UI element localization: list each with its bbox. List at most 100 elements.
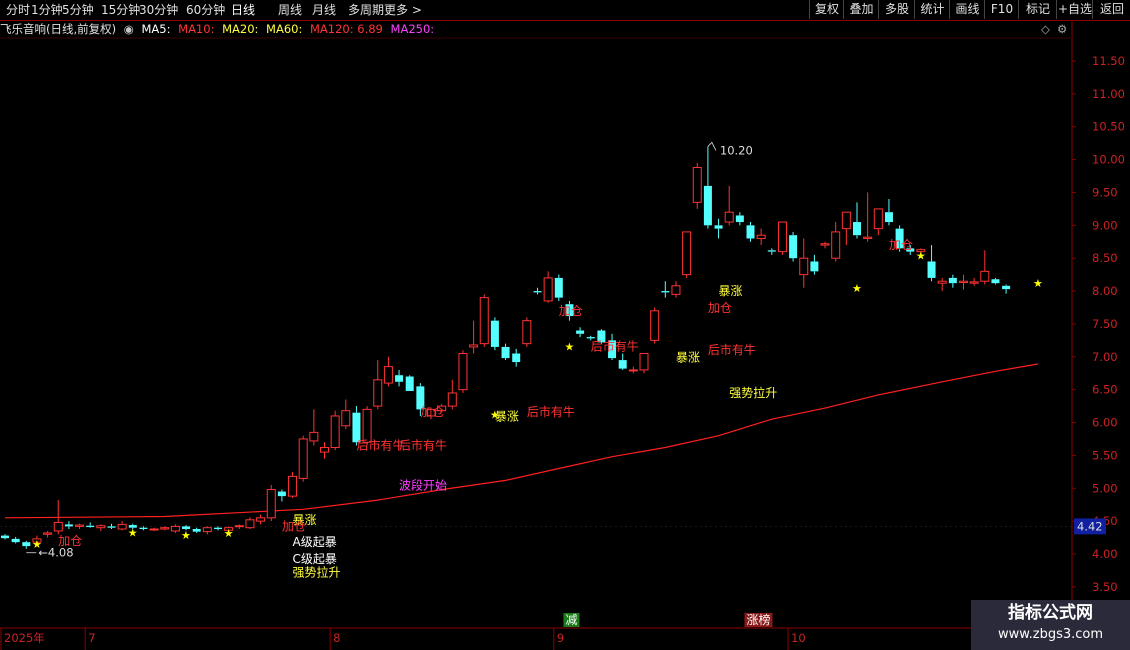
candle[interactable] (576, 327, 585, 338)
candle[interactable] (746, 222, 755, 242)
candle[interactable] (937, 277, 947, 292)
candle[interactable] (479, 294, 489, 347)
candle[interactable] (810, 254, 819, 275)
candle[interactable] (948, 274, 957, 288)
period-10[interactable]: 更多 > (384, 2, 422, 18)
candle[interactable] (863, 192, 873, 242)
candle[interactable] (245, 517, 255, 530)
candle[interactable] (64, 521, 73, 530)
period-1[interactable]: 1分钟 (31, 2, 63, 18)
diamond-icon[interactable]: ◇ (1041, 20, 1050, 38)
candle[interactable] (288, 471, 298, 499)
candle[interactable] (831, 222, 841, 262)
period-3[interactable]: 15分钟 (101, 2, 140, 18)
candle[interactable] (799, 238, 809, 288)
candle[interactable] (22, 540, 31, 549)
period-9[interactable]: 多周期 (348, 2, 384, 18)
candle[interactable] (96, 524, 106, 531)
candle[interactable] (298, 435, 308, 482)
candle[interactable] (192, 527, 201, 533)
candle[interactable] (991, 277, 1000, 285)
settings-icon[interactable]: ◉ (124, 22, 134, 36)
candle[interactable] (86, 522, 95, 528)
candle[interactable] (160, 526, 170, 531)
candle[interactable] (714, 218, 723, 239)
candle[interactable] (735, 212, 744, 226)
candle[interactable] (618, 353, 627, 370)
candle[interactable] (170, 524, 180, 533)
period-0[interactable]: 分时 (6, 2, 30, 18)
toolbar-button-7[interactable]: +自选 (1056, 0, 1093, 19)
candle[interactable] (256, 514, 266, 525)
candle[interactable] (1002, 284, 1011, 294)
toolbar-button-6[interactable]: 标记 (1018, 0, 1057, 19)
candle[interactable] (458, 350, 468, 393)
candle[interactable] (661, 281, 670, 298)
candle[interactable] (767, 248, 776, 255)
candle[interactable] (682, 231, 692, 278)
candle[interactable] (777, 221, 787, 255)
candle[interactable] (234, 524, 244, 530)
period-4[interactable]: 30分钟 (139, 2, 178, 18)
candle[interactable] (650, 307, 660, 344)
toolbar-button-3[interactable]: 统计 (914, 0, 950, 19)
period-6[interactable]: 日线 (231, 2, 255, 18)
candle[interactable] (756, 228, 766, 246)
period-2[interactable]: 5分钟 (62, 2, 94, 18)
toolbar-button-5[interactable]: F10 (984, 0, 1019, 19)
toolbar-button-4[interactable]: 画线 (949, 0, 985, 19)
candle[interactable] (341, 399, 351, 430)
gear-icon[interactable]: ⚙ (1057, 20, 1067, 38)
candle[interactable] (149, 527, 159, 531)
candle[interactable] (266, 484, 276, 522)
candle[interactable] (628, 366, 638, 374)
period-7[interactable]: 周线 (278, 2, 302, 18)
candle[interactable] (703, 146, 712, 229)
toolbar-button-2[interactable]: 多股 (878, 0, 915, 19)
candle[interactable] (501, 343, 510, 361)
candle[interactable] (533, 287, 542, 295)
toolbar-button-8[interactable]: 返回 (1092, 0, 1130, 19)
candle[interactable] (117, 521, 127, 531)
candle[interactable] (75, 523, 85, 530)
candle[interactable] (277, 489, 286, 502)
candle[interactable] (820, 241, 830, 249)
candle[interactable] (447, 379, 457, 410)
candle[interactable] (724, 185, 734, 226)
candle[interactable] (692, 162, 702, 209)
period-8[interactable]: 月线 (312, 2, 336, 18)
candle[interactable] (405, 375, 414, 391)
candle[interactable] (959, 274, 968, 290)
candle[interactable] (469, 320, 479, 354)
candle[interactable] (309, 409, 319, 446)
candle[interactable] (11, 536, 20, 544)
candle[interactable] (671, 281, 681, 298)
candle[interactable] (841, 211, 851, 246)
candle[interactable] (202, 526, 212, 535)
candle[interactable] (512, 348, 521, 367)
candle[interactable] (522, 317, 532, 347)
candle[interactable] (980, 250, 990, 285)
candle[interactable] (395, 369, 404, 387)
candle[interactable] (1, 534, 9, 540)
candle[interactable] (853, 202, 861, 239)
candle[interactable] (884, 199, 893, 226)
candle[interactable] (490, 317, 499, 351)
candlestick-chart[interactable]: 10.20←4.08加仓暴涨加仓A级起暴C级起暴强势拉升波段开始后市有牛后市有牛… (0, 0, 1130, 650)
candle[interactable] (214, 526, 222, 531)
candle[interactable] (139, 526, 148, 531)
candle[interactable] (639, 353, 649, 374)
candle[interactable] (330, 410, 340, 451)
candle[interactable] (789, 231, 798, 262)
candle[interactable] (43, 530, 53, 538)
candle[interactable] (107, 523, 116, 530)
period-5[interactable]: 60分钟 (186, 2, 225, 18)
candle[interactable] (873, 208, 883, 236)
candle[interactable] (969, 277, 979, 286)
candle[interactable] (543, 271, 553, 303)
candle[interactable] (554, 274, 563, 301)
candle[interactable] (320, 442, 329, 459)
candle[interactable] (927, 245, 936, 282)
candle[interactable] (383, 356, 393, 387)
toolbar-button-0[interactable]: 复权 (809, 0, 844, 19)
